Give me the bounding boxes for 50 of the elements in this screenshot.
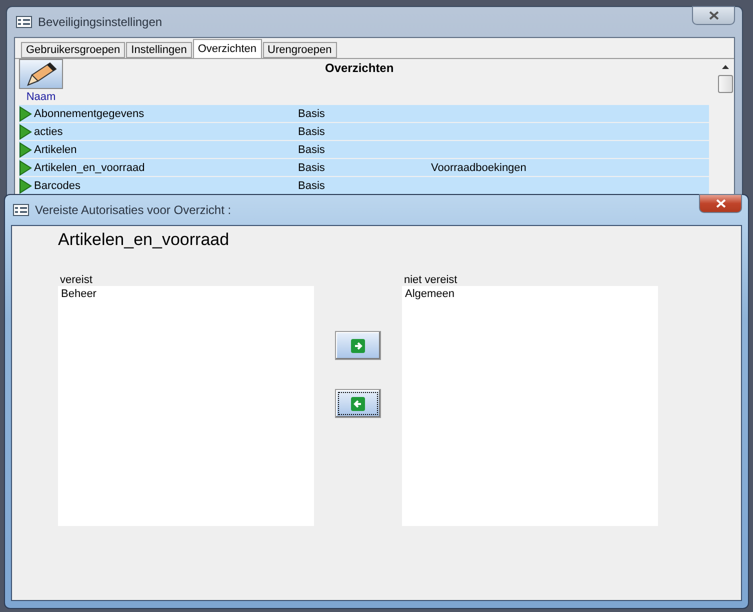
- move-right-button[interactable]: [335, 331, 381, 360]
- pencil-icon: [24, 61, 58, 87]
- close-button[interactable]: [699, 194, 742, 213]
- name-cell-text: acties: [34, 126, 64, 138]
- tab[interactable]: Instellingen: [126, 42, 192, 58]
- dialog-title: Vereiste Autorisaties voor Overzicht :: [35, 203, 232, 217]
- list-item[interactable]: Algemeen: [405, 288, 655, 300]
- right-arrow-icon: [351, 338, 365, 352]
- column-header: Naam: [26, 91, 56, 103]
- scroll-up-icon: [722, 65, 729, 69]
- list-row[interactable]: Artikelen Basis: [19, 141, 709, 158]
- group-cell-text: Basis: [298, 108, 326, 120]
- form-icon: [13, 204, 29, 216]
- list-item[interactable]: Beheer: [61, 288, 311, 300]
- section-title: Overzichten: [325, 61, 394, 77]
- list-row[interactable]: Abonnementgegevens Basis: [19, 105, 709, 122]
- play-icon: [19, 178, 32, 194]
- play-icon: [19, 160, 32, 176]
- window-title: Beveiligingsinstellingen: [38, 15, 162, 29]
- play-icon: [19, 142, 32, 158]
- move-left-button[interactable]: [335, 389, 381, 418]
- play-icon: [19, 124, 32, 140]
- name-cell-text: Artikelen_en_voorraad: [34, 162, 146, 174]
- group-cell-text: Basis: [298, 126, 326, 138]
- close-button[interactable]: [692, 6, 735, 25]
- group-cell-text: Basis: [298, 162, 326, 174]
- dialog-heading: Artikelen_en_voorraad: [58, 230, 230, 250]
- scroll-thumb[interactable]: [718, 75, 733, 93]
- play-icon: [19, 106, 32, 122]
- list-row[interactable]: acties Basis: [19, 123, 709, 140]
- table-cell-text: Voorraadboekingen: [431, 162, 528, 174]
- close-icon: [708, 11, 718, 20]
- name-cell-text: Abonnementgegevens: [34, 108, 146, 120]
- edit-button[interactable]: [19, 59, 63, 89]
- list-box[interactable]: Algemeen: [402, 286, 658, 526]
- left-arrow-icon: [351, 396, 365, 410]
- name-cell-text: Artikelen: [34, 144, 78, 156]
- tab[interactable]: Urengroepen: [262, 42, 337, 58]
- tab[interactable]: Overzichten: [192, 39, 262, 58]
- group-cell-text: Basis: [298, 144, 326, 156]
- group-cell-text: Basis: [298, 180, 326, 192]
- list-label: vereist: [60, 274, 94, 286]
- tab[interactable]: Gebruikersgroepen: [21, 42, 126, 58]
- form-icon: [16, 16, 32, 28]
- name-cell-text: Barcodes: [34, 180, 82, 192]
- list-row[interactable]: Barcodes Basis: [19, 177, 709, 194]
- close-icon: [716, 199, 726, 208]
- list-box[interactable]: Beheer: [58, 286, 314, 526]
- list-label: niet vereist: [404, 274, 458, 286]
- list-row[interactable]: Artikelen_en_voorraad Basis Voorraadboekingen: [19, 159, 709, 176]
